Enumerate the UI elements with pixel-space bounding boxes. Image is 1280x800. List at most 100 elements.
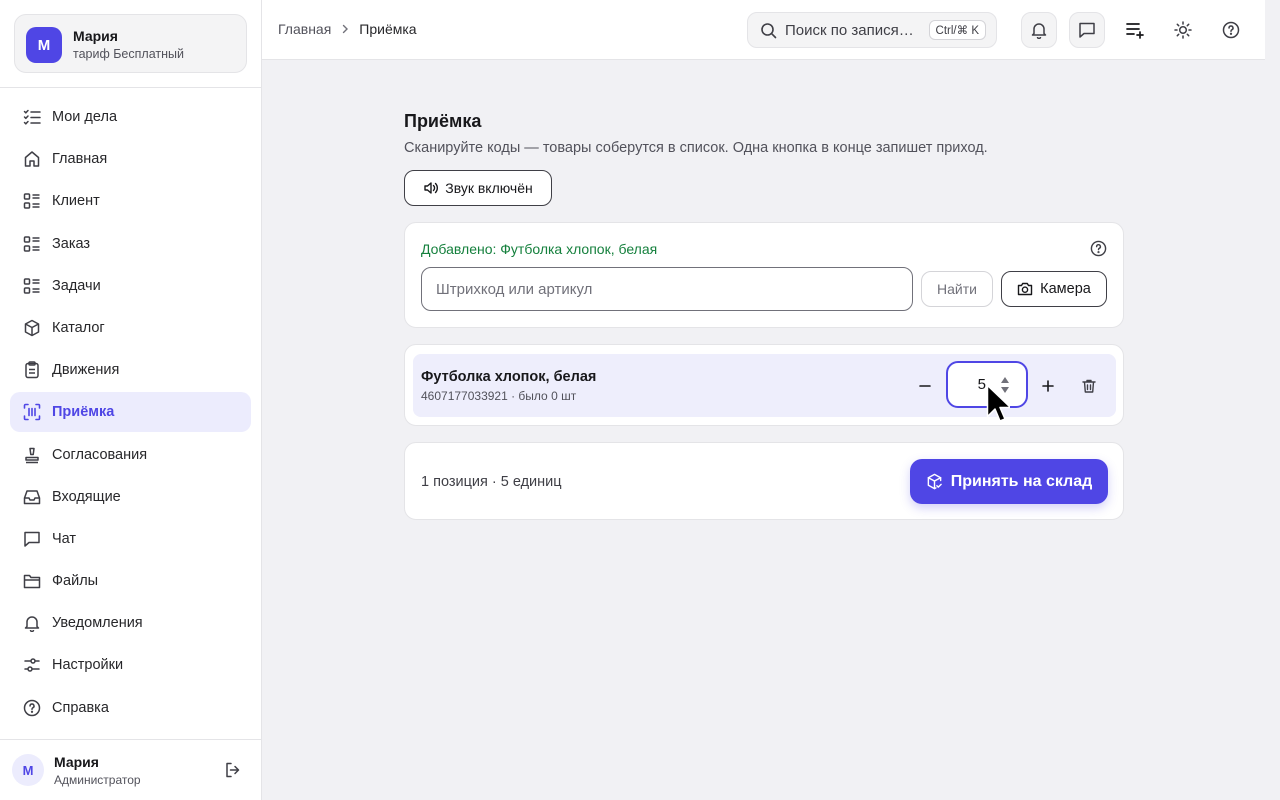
stamp-icon [22,445,42,465]
summary-card: 1 позиция · 5 единиц Принять на склад [404,442,1124,520]
user-role: Администратор [54,773,141,787]
scan-card: Добавлено: Футболка хлопок, белая Найти … [404,222,1124,328]
user-name: Мария [54,754,99,770]
help-icon [22,698,42,718]
folder-icon [22,571,42,591]
added-message: Добавлено: Футболка хлопок, белая [421,241,658,257]
sidebar: М Мария тариф Бесплатный Мои дела Главна… [0,0,262,800]
divider [0,87,261,88]
delete-item-button[interactable] [1074,371,1104,401]
breadcrumb-link-home[interactable]: Главная [278,21,331,37]
sidebar-item-label: Файлы [52,573,99,590]
bell-icon [22,613,42,633]
sidebar-item-label: Настройки [52,657,124,674]
barcode-scan-icon [22,402,42,422]
theme-toggle[interactable] [1165,12,1201,48]
sidebar-item-label: Задачи [52,277,101,294]
box-icon [22,318,42,338]
sidebar-item-chat[interactable]: Чат [10,519,251,559]
minus-icon [918,379,932,393]
package-check-icon [926,473,951,490]
sound-toggle-button[interactable]: Звук включён [404,170,552,206]
barcode-input[interactable] [421,267,913,311]
topbar: Главная Приёмка Поиск по запися… Ctrl/⌘ … [262,0,1265,60]
logout-icon[interactable] [222,759,244,781]
help-icon [1222,21,1240,39]
decrease-button[interactable] [910,371,940,401]
sidebar-item-inbox[interactable]: Входящие [10,477,251,517]
org-avatar: М [26,27,62,63]
camera-button[interactable]: Камера [1001,271,1107,307]
sidebar-item-label: Движения [52,362,120,379]
sidebar-item-label: Согласования [52,446,148,463]
sidebar-item-label: Каталог [52,319,105,336]
mouse-pointer-icon [986,384,1010,424]
sidebar-item-notifications[interactable]: Уведомления [10,603,251,643]
sidebar-item-label: Справка [52,699,109,716]
sun-icon [1174,21,1192,39]
sidebar-item-label: Приёмка [52,404,115,421]
search-shortcut: Ctrl/⌘ K [928,20,986,40]
sidebar-nav: Мои дела Главная Клиент Заказ Задачи Кат… [10,97,251,730]
sidebar-item-label: Главная [52,151,108,168]
sidebar-item-label: Входящие [52,488,121,505]
sidebar-item-label: Чат [52,530,77,547]
search-placeholder: Поиск по запися… [785,21,914,39]
sidebar-item-approvals[interactable]: Согласования [10,435,251,475]
sidebar-item-movements[interactable]: Движения [10,350,251,390]
avatar[interactable]: М [12,754,44,786]
list-icon [22,234,42,254]
sidebar-item-client[interactable]: Клиент [10,181,251,221]
sidebar-item-catalog[interactable]: Каталог [10,308,251,348]
search-input[interactable]: Поиск по запися… Ctrl/⌘ K [747,12,997,48]
items-card: Футболка хлопок, белая 4607177033921 · б… [404,344,1124,426]
camera-label: Камера [1040,281,1091,297]
camera-icon [1017,281,1040,297]
org-switcher[interactable]: М Мария тариф Бесплатный [14,14,247,73]
accept-to-warehouse-button[interactable]: Принять на склад [910,459,1108,504]
breadcrumb-current: Приёмка [359,21,417,37]
sidebar-item-settings[interactable]: Настройки [10,645,251,685]
trash-icon [1081,378,1097,394]
sidebar-item-label: Мои дела [52,109,118,125]
sidebar-item-my-tasks[interactable]: Мои дела [10,97,251,137]
find-button[interactable]: Найти [921,271,993,307]
sidebar-item-files[interactable]: Файлы [10,561,251,601]
divider [0,739,261,740]
notifications-button[interactable] [1021,12,1057,48]
inbox-icon [22,487,42,507]
increase-button[interactable] [1033,371,1063,401]
checklist-icon [22,107,42,127]
bell-icon [1030,21,1048,39]
plus-icon [1041,379,1055,393]
list-add-icon [1125,20,1145,40]
org-plan: тариф Бесплатный [73,47,184,61]
add-task-button[interactable] [1117,12,1153,48]
chat-icon [22,529,42,549]
chat-button[interactable] [1069,12,1105,48]
sidebar-item-order[interactable]: Заказ [10,224,251,264]
help-icon[interactable] [1090,240,1107,257]
summary-text: 1 позиция · 5 единиц [421,474,562,490]
chevron-right-icon [340,24,350,34]
search-icon [760,22,777,39]
sidebar-item-help[interactable]: Справка [10,688,251,728]
chat-icon [1078,21,1096,39]
quantity-value: 5 [977,376,986,393]
list-item: Футболка хлопок, белая 4607177033921 · б… [413,354,1116,417]
breadcrumb: Главная Приёмка [278,21,417,37]
page-title: Приёмка [404,111,482,131]
list-icon [22,191,42,211]
sidebar-item-label: Заказ [52,235,91,252]
volume-icon [423,180,445,196]
sidebar-item-receiving[interactable]: Приёмка [10,392,251,433]
sidebar-item-home[interactable]: Главная [10,139,251,179]
item-name: Футболка хлопок, белая [421,369,597,385]
page-subtitle: Сканируйте коды — товары соберутся в спи… [404,140,988,156]
clipboard-icon [22,360,42,380]
sidebar-item-tasks[interactable]: Задачи [10,266,251,306]
help-button[interactable] [1213,12,1249,48]
sidebar-item-label: Клиент [52,193,100,210]
sidebar-item-label: Уведомления [52,615,143,632]
sound-toggle-label: Звук включён [445,180,533,196]
